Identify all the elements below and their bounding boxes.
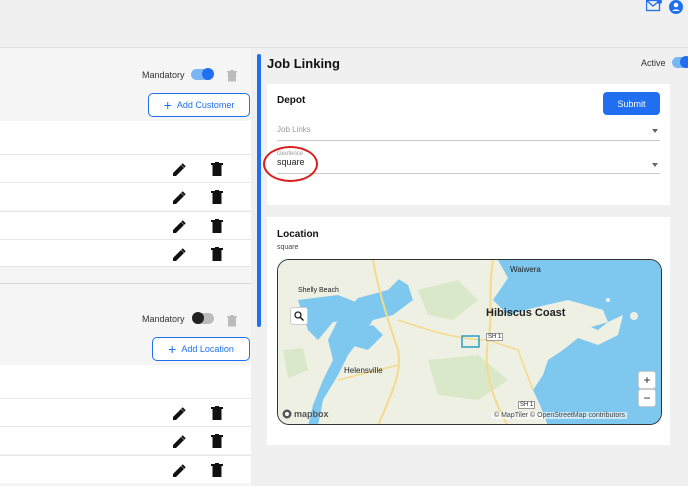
mapbox-logo: mapbox xyxy=(282,409,329,419)
map-label-waiwera: Waiwera xyxy=(510,265,541,274)
delete-icon[interactable] xyxy=(211,219,223,233)
location-mandatory-toggle[interactable] xyxy=(192,312,214,324)
edit-icon[interactable] xyxy=(172,464,186,478)
active-label: Active xyxy=(641,58,666,68)
customer-row xyxy=(0,239,251,267)
delete-icon[interactable] xyxy=(211,463,223,477)
edit-icon[interactable] xyxy=(172,435,186,449)
edit-icon[interactable] xyxy=(172,163,186,177)
map-label-helensville: Helensville xyxy=(344,366,383,375)
mapbox-logo-icon xyxy=(282,409,292,419)
delete-icon[interactable] xyxy=(211,190,223,204)
map-label-sh1: SH 1 xyxy=(518,401,536,409)
delete-customer-group-icon[interactable] xyxy=(227,70,237,82)
page-title: Job Linking xyxy=(267,56,340,71)
location-row xyxy=(0,426,251,454)
section-divider xyxy=(0,283,251,284)
geofence-value: square xyxy=(277,157,305,167)
geofence-select[interactable]: Geofence square xyxy=(277,151,660,174)
map-label-shelly-beach: Shelly Beach xyxy=(298,287,339,294)
customer-row xyxy=(0,154,251,182)
plus-icon: + xyxy=(163,97,172,113)
chevron-down-icon xyxy=(652,129,658,133)
zoom-out-button[interactable]: − xyxy=(638,389,656,407)
location-subtitle: square xyxy=(277,244,299,251)
map-terrain xyxy=(278,260,661,424)
user-account-icon[interactable] xyxy=(669,0,683,14)
depot-title: Depot xyxy=(277,95,306,106)
delete-icon[interactable] xyxy=(211,406,223,420)
search-icon xyxy=(294,311,304,321)
highlight-annotation-ring xyxy=(263,146,318,182)
add-customer-button[interactable]: + Add Customer xyxy=(148,93,250,117)
location-title: Location xyxy=(277,229,319,240)
plus-icon: + xyxy=(168,341,177,357)
map-label-sh1: SH 1 xyxy=(486,333,504,341)
edit-icon[interactable] xyxy=(172,407,186,421)
depot-card: Depot Submit Job Links Geofence square xyxy=(267,84,670,205)
delete-icon[interactable] xyxy=(211,162,223,176)
edit-icon[interactable] xyxy=(172,248,186,262)
delete-icon[interactable] xyxy=(211,434,223,448)
location-table-header xyxy=(0,365,251,399)
map-attribution[interactable]: © MapTiler © OpenStreetMap contributors xyxy=(492,412,628,419)
location-row xyxy=(0,455,251,483)
location-mandatory-label: Mandatory xyxy=(142,314,185,324)
map-search-button[interactable] xyxy=(290,307,308,325)
customer-row xyxy=(0,182,251,210)
delete-icon[interactable] xyxy=(211,247,223,261)
customer-mandatory-toggle[interactable] xyxy=(191,68,214,80)
location-map[interactable]: Waiwera Shelly Beach Hibiscus Coast Hele… xyxy=(277,259,662,425)
edit-icon[interactable] xyxy=(172,220,186,234)
mail-icon[interactable] xyxy=(646,0,662,12)
customer-row xyxy=(0,211,251,239)
job-links-placeholder: Job Links xyxy=(277,125,311,134)
job-links-select[interactable]: Job Links xyxy=(277,125,660,141)
left-panel: Mandatory + Add Customer Mandatory + Add… xyxy=(0,48,251,486)
edit-icon[interactable] xyxy=(172,191,186,205)
location-card: Location square Waiwera Shelly Beach Hib… xyxy=(267,217,670,445)
customer-mandatory-label: Mandatory xyxy=(142,70,185,80)
location-row xyxy=(0,398,251,426)
delete-location-group-icon[interactable] xyxy=(227,315,237,327)
add-location-button[interactable]: + Add Location xyxy=(152,337,250,361)
top-bar xyxy=(0,0,688,48)
active-toggle[interactable] xyxy=(672,56,688,68)
submit-button[interactable]: Submit xyxy=(603,92,660,115)
zoom-in-button[interactable]: + xyxy=(638,371,656,389)
map-label-hibiscus-coast: Hibiscus Coast xyxy=(486,307,566,319)
customer-table-header xyxy=(0,121,251,155)
chevron-down-icon xyxy=(652,163,658,167)
section-selected-indicator xyxy=(257,54,261,327)
